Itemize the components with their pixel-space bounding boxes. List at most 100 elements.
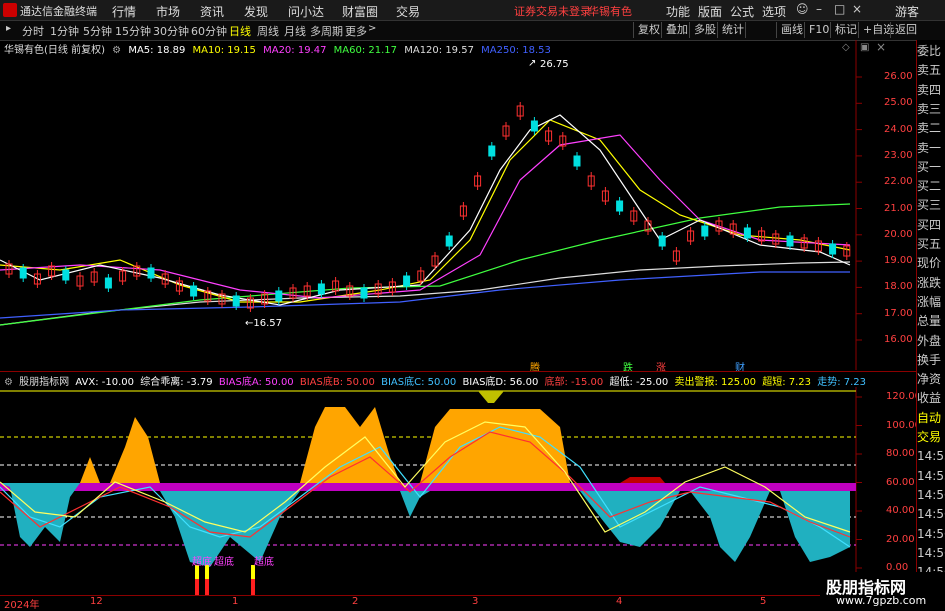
high-price-annotation: 26.75 bbox=[540, 59, 569, 70]
tool-mark[interactable]: 标记 bbox=[830, 22, 861, 38]
side-panel-item[interactable]: 14:56 bbox=[917, 488, 945, 502]
side-panel-item[interactable]: 卖五 bbox=[917, 63, 945, 77]
menu-quotes[interactable]: 行情 bbox=[112, 3, 136, 20]
current-stock-title: 华锡有色 bbox=[588, 5, 632, 18]
price-tick-label: 21.00 bbox=[884, 202, 913, 214]
menu-formula[interactable]: 公式 bbox=[730, 3, 754, 20]
menu-ask[interactable]: 问小达 bbox=[288, 3, 324, 20]
login-status[interactable]: 证券交易未登录 bbox=[514, 3, 591, 19]
ma5-line bbox=[0, 114, 851, 306]
side-panel-item[interactable]: 卖三 bbox=[917, 102, 945, 116]
side-panel-item[interactable]: 净资 bbox=[917, 372, 945, 386]
side-panel-item[interactable]: 涨跌 bbox=[917, 276, 945, 290]
maximize-icon[interactable]: □ bbox=[834, 2, 845, 16]
bottom-signal-bar-red bbox=[251, 579, 255, 595]
candle-body bbox=[530, 120, 538, 132]
side-panel-item[interactable]: 涨幅 bbox=[917, 295, 945, 309]
candle-body bbox=[190, 285, 198, 297]
bias-fill bbox=[400, 491, 430, 517]
tool-stats[interactable]: 统计 bbox=[717, 22, 748, 38]
price-tick-label: 24.00 bbox=[884, 123, 913, 135]
indicator-tick-label: 20.00 bbox=[886, 533, 915, 545]
side-panel-item[interactable]: 买二 bbox=[917, 179, 945, 193]
price-tick-label: 17.00 bbox=[884, 307, 913, 319]
period-toolbar: ▸ 分时 1分钟 5分钟 15分钟 30分钟 60分钟 日线 周线 月线 多周期… bbox=[0, 21, 945, 41]
sell-marker bbox=[478, 391, 504, 403]
candle-body bbox=[147, 267, 155, 279]
period-monthly[interactable]: 月线 bbox=[284, 23, 306, 39]
side-panel-item[interactable]: 自动 bbox=[917, 411, 945, 425]
side-panel-item[interactable]: 现价 bbox=[917, 256, 945, 270]
red-band bbox=[620, 477, 665, 483]
side-panel-item[interactable]: 14:56 bbox=[917, 527, 945, 541]
tool-adjust[interactable]: 复权 bbox=[633, 22, 664, 38]
date-label-3: 3 bbox=[472, 596, 479, 607]
period-weekly[interactable]: 周线 bbox=[257, 23, 279, 39]
side-panel-item[interactable]: 14:55 bbox=[917, 469, 945, 483]
side-panel-item[interactable]: 外盘 bbox=[917, 334, 945, 348]
orange-fill bbox=[80, 457, 100, 483]
side-panel-item[interactable]: 买三 bbox=[917, 198, 945, 212]
menu-options[interactable]: 选项 bbox=[762, 3, 786, 20]
side-panel-item[interactable]: 总量 bbox=[917, 314, 945, 328]
period-30min[interactable]: 30分钟 bbox=[153, 23, 189, 39]
price-tick-label: 23.00 bbox=[884, 149, 913, 161]
period-more[interactable]: 更多 bbox=[345, 23, 367, 39]
side-panel-item[interactable]: 卖四 bbox=[917, 83, 945, 97]
side-panel-item[interactable]: 买一 bbox=[917, 160, 945, 174]
guest-user[interactable]: 游客 bbox=[895, 3, 919, 20]
side-panel-item[interactable]: 买五 bbox=[917, 237, 945, 251]
more-arrow-icon[interactable]: > bbox=[368, 23, 376, 34]
tool-f10[interactable]: F10 bbox=[804, 22, 833, 38]
menu-layout[interactable]: 版面 bbox=[698, 3, 722, 20]
date-label-4: 4 bbox=[616, 596, 623, 607]
tag-bottom-3: 超底 bbox=[254, 557, 274, 568]
side-panel-item[interactable]: 14:56 bbox=[917, 546, 945, 560]
menu-market[interactable]: 市场 bbox=[156, 3, 180, 20]
period-daily[interactable]: 日线 bbox=[229, 23, 251, 39]
period-5min[interactable]: 5分钟 bbox=[83, 23, 112, 39]
side-panel-item[interactable]: 换手 bbox=[917, 353, 945, 367]
menu-function[interactable]: 功能 bbox=[666, 3, 690, 20]
low-price-value: 16.57 bbox=[253, 318, 283, 329]
menu-trade[interactable]: 交易 bbox=[396, 3, 420, 20]
side-panel-item[interactable]: 卖二 bbox=[917, 121, 945, 135]
side-panel-item[interactable]: 卖一 bbox=[917, 141, 945, 155]
candle-body bbox=[658, 235, 666, 247]
period-60min[interactable]: 60分钟 bbox=[191, 23, 227, 39]
period-15min[interactable]: 15分钟 bbox=[115, 23, 151, 39]
menu-wealth[interactable]: 财富圈 bbox=[342, 3, 378, 20]
menu-news[interactable]: 资讯 bbox=[200, 3, 224, 20]
period-multi[interactable]: 多周期 bbox=[310, 23, 343, 39]
tool-overlay[interactable]: 叠加 bbox=[661, 22, 692, 38]
price-tick-label: 16.00 bbox=[884, 334, 913, 345]
side-panel-item[interactable]: 14:55 bbox=[917, 449, 945, 463]
side-panel-item[interactable]: 收益 bbox=[917, 391, 945, 405]
date-label-2: 2 bbox=[352, 596, 359, 607]
price-tick-label: 20.00 bbox=[884, 228, 913, 240]
tool-draw[interactable]: 画线 bbox=[776, 22, 807, 38]
indicator-chart[interactable] bbox=[0, 387, 916, 595]
candle-body bbox=[232, 295, 240, 307]
close-icon[interactable]: × bbox=[852, 2, 862, 16]
minimize-icon[interactable]: – bbox=[816, 2, 822, 16]
collapse-icon[interactable]: ▸ bbox=[6, 23, 11, 34]
indicator-legend: ⚙ 股朋指标网 AVX: -10.00 综合乖离: -3.79 BIAS底A: … bbox=[0, 373, 869, 388]
side-panel-item[interactable]: 交易 bbox=[917, 430, 945, 444]
bottom-signal-bar-red bbox=[205, 579, 209, 595]
tool-multi-stock[interactable]: 多股 bbox=[689, 22, 720, 38]
orange-fill bbox=[110, 417, 160, 483]
indicator-areas bbox=[0, 391, 856, 595]
user-icon[interactable]: ☺ bbox=[796, 2, 809, 16]
period-tick[interactable]: 分时 bbox=[22, 23, 44, 39]
tool-back[interactable]: 返回 bbox=[890, 22, 921, 38]
orange-fill bbox=[300, 407, 400, 483]
price-tick-label: 22.00 bbox=[884, 176, 913, 188]
side-panel-item[interactable]: 买四 bbox=[917, 218, 945, 232]
period-1min[interactable]: 1分钟 bbox=[50, 23, 79, 39]
menu-discover[interactable]: 发现 bbox=[244, 3, 268, 20]
price-chart[interactable] bbox=[0, 40, 916, 370]
candle-body bbox=[829, 243, 837, 255]
side-panel-item[interactable]: 委比 bbox=[917, 44, 945, 58]
side-panel-item[interactable]: 14:56 bbox=[917, 507, 945, 521]
